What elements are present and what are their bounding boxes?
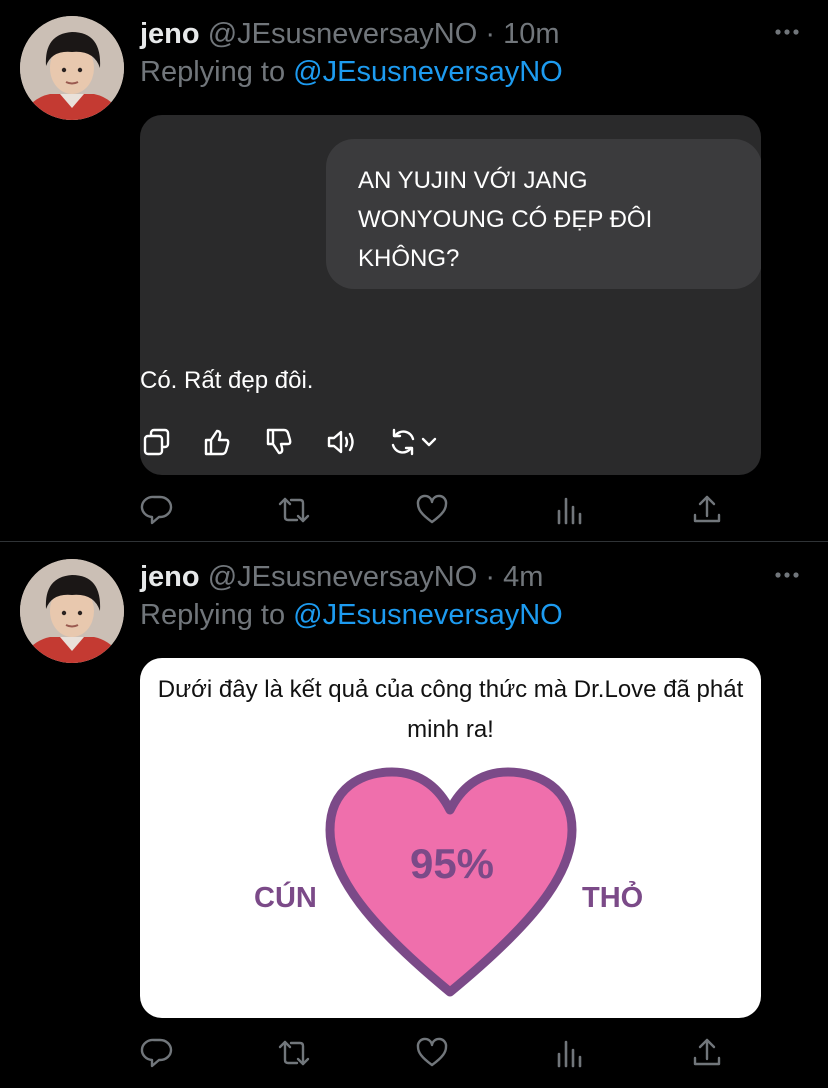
thumbs-down-icon xyxy=(266,428,292,455)
mention-link[interactable]: @JEsusneversayNO xyxy=(293,56,563,88)
more-options-icon[interactable] xyxy=(774,565,800,585)
media-image[interactable]: AN YUJIN VỚI JANG WONYOUNG CÓ ĐẸP ĐÔI KH… xyxy=(140,115,761,475)
tweet[interactable]: jeno @JEsusneversayNO · 10m Replying to … xyxy=(0,0,828,542)
replying-prefix: Replying to xyxy=(140,56,286,88)
tweet-divider xyxy=(0,541,828,542)
retweet-icon[interactable] xyxy=(277,1036,311,1070)
mention-link[interactable]: @JEsusneversayNO xyxy=(293,599,563,631)
copy-icon xyxy=(143,428,170,456)
right-name: THỎ xyxy=(582,882,644,914)
analytics-icon[interactable] xyxy=(553,1036,587,1070)
tweet[interactable]: jeno @JEsusneversayNO · 4m Replying to @… xyxy=(0,543,828,1088)
dot-separator: · xyxy=(485,561,496,593)
reply-icon[interactable] xyxy=(140,493,174,527)
reply-icon[interactable] xyxy=(140,1036,174,1070)
dot-separator: · xyxy=(485,18,496,50)
tweet-header: jeno @JEsusneversayNO · 10m xyxy=(140,16,560,52)
media-image[interactable]: Dưới đây là kết quả của công thức mà Dr.… xyxy=(140,658,761,1018)
tweet-actions xyxy=(140,493,740,527)
tweet-actions xyxy=(140,1036,740,1070)
match-percent: 95% xyxy=(409,840,495,887)
analytics-icon[interactable] xyxy=(553,493,587,527)
display-name[interactable]: jeno xyxy=(140,18,200,50)
heart-icon xyxy=(325,767,577,997)
speaker-icon xyxy=(327,430,354,454)
user-handle[interactable]: @JEsusneversayNO xyxy=(208,18,478,50)
timestamp[interactable]: 4m xyxy=(503,561,543,593)
replying-prefix: Replying to xyxy=(140,599,286,631)
tweet-header: jeno @JEsusneversayNO · 4m xyxy=(140,559,543,595)
thumbs-up-icon xyxy=(204,429,230,456)
replying-to: Replying to @JEsusneversayNO xyxy=(140,54,563,90)
display-name[interactable]: jeno xyxy=(140,561,200,593)
avatar[interactable] xyxy=(20,16,124,120)
left-name: CÚN xyxy=(254,882,317,914)
timestamp[interactable]: 10m xyxy=(503,18,559,50)
retweet-icon[interactable] xyxy=(277,493,311,527)
question-bubble: AN YUJIN VỚI JANG WONYOUNG CÓ ĐẸP ĐÔI KH… xyxy=(326,139,761,289)
regenerate-icon xyxy=(391,428,415,456)
answer-text: Có. Rất đẹp đôi. xyxy=(140,367,314,394)
like-icon[interactable] xyxy=(415,493,449,527)
replying-to: Replying to @JEsusneversayNO xyxy=(140,597,563,633)
avatar[interactable] xyxy=(20,559,124,663)
user-handle[interactable]: @JEsusneversayNO xyxy=(208,561,478,593)
more-options-icon[interactable] xyxy=(774,22,800,42)
share-icon[interactable] xyxy=(690,493,724,527)
share-icon[interactable] xyxy=(690,1036,724,1070)
like-icon[interactable] xyxy=(415,1036,449,1070)
chevron-down-icon xyxy=(421,437,437,447)
